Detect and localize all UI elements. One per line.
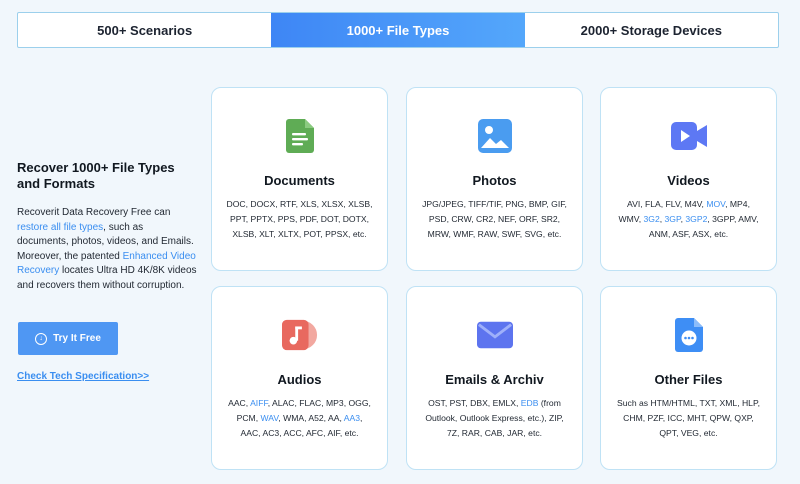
format-link-3gp[interactable]: 3GP [665,214,681,224]
try-it-free-label: Try It Free [53,333,101,344]
email-icon [476,317,513,353]
card-description: DOC, DOCX, RTF, XLS, XLSX, XLSB, PPT, PP… [224,197,375,242]
intro-section: Recover 1000+ File Types and Formats Rec… [17,160,197,294]
tab-storage-devices[interactable]: 2000+ Storage Devices [525,13,778,47]
format-link-3g2[interactable]: 3G2 [643,214,659,224]
card-title: Documents [264,173,335,188]
desc-line: 7Z, RAR, CAB, JAR, etc. [446,428,543,438]
file-type-tabs: 500+ Scenarios 1000+ File Types 2000+ St… [17,12,779,48]
format-list: WMV, [618,214,644,224]
audio-icon [281,317,318,353]
format-link-3gp2[interactable]: 3GP2 [685,214,707,224]
desc-line: Outlook, Outlook Express, etc.), ZIP, [425,413,564,423]
card-description: OST, PST, DBX, EMLX, EDB (from Outlook, … [419,396,570,441]
document-icon [282,118,318,154]
desc-line: AAC, AIFF, ALAC, FLAC, MP3, OGG, [224,396,375,411]
card-title: Audios [277,372,322,387]
format-link-mov[interactable]: MOV [706,199,725,209]
format-list: (from [538,398,561,408]
desc-line: CHM, PZF, ICC, MHT, QPW, QXP, [623,413,754,423]
desc-line: AVI, FLA, FLV, M4V, MOV, MP4, [613,197,764,212]
restore-file-types-link[interactable]: restore all file types [17,222,103,233]
card-videos[interactable]: Videos AVI, FLA, FLV, M4V, MOV, MP4, WMV… [600,87,777,271]
format-link-wav[interactable]: WAV [260,413,278,423]
tab-file-types[interactable]: 1000+ File Types [271,13,525,47]
desc-line: Such as HTM/HTML, TXT, XML, HLP, [617,398,760,408]
intro-text-part: Recoverit Data Recovery Free can [17,207,171,218]
card-title: Other Files [654,372,723,387]
desc-line: PSD, CRW, CR2, NEF, ORF, SR2, [428,214,561,224]
desc-line: JPG/JPEG, TIFF/TIF, PNG, BMP, GIF, [422,199,567,209]
format-list: OST, PST, DBX, EMLX, [428,398,521,408]
desc-line: MRW, WMF, RAW, SWF, SVG, etc. [427,229,562,239]
format-list: , 3GPP, AMV, [707,214,759,224]
format-list: AAC, [228,398,251,408]
intro-text: Recoverit Data Recovery Free can restore… [17,206,197,294]
format-list: , ALAC, FLAC, MP3, OGG, [267,398,371,408]
desc-line: QPT, VEG, etc. [659,428,718,438]
photo-icon [477,118,513,154]
format-list: , MP4, [725,199,750,209]
other-file-icon [671,317,707,353]
format-link-aa3[interactable]: AA3 [344,413,360,423]
desc-line: ANM, ASF, ASX, etc. [648,229,729,239]
card-description: JPG/JPEG, TIFF/TIF, PNG, BMP, GIF, PSD, … [419,197,570,242]
desc-line: DOC, DOCX, RTF, XLS, XLSX, XLSB, [226,199,373,209]
card-emails-archives[interactable]: Emails & Archiv OST, PST, DBX, EMLX, EDB… [406,286,583,470]
video-icon [670,118,707,154]
desc-line: XLSB, XLT, XLTX, POT, PPSX, etc. [232,229,367,239]
desc-line: PCM, WAV, WMA, A52, AA, AA3, [224,411,375,426]
card-description: AVI, FLA, FLV, M4V, MOV, MP4, WMV, 3G2, … [613,197,764,242]
desc-line: PPT, PPTX, PPS, PDF, DOT, DOTX, [230,214,369,224]
card-title: Emails & Archiv [445,372,544,387]
desc-line: AAC, AC3, ACC, AFC, AIF, etc. [240,428,359,438]
intro-title: Recover 1000+ File Types and Formats [17,160,175,191]
try-it-free-button[interactable]: ↓ Try It Free [18,322,118,355]
card-description: AAC, AIFF, ALAC, FLAC, MP3, OGG, PCM, WA… [224,396,375,441]
format-list: , [360,413,363,423]
tab-scenarios[interactable]: 500+ Scenarios [18,13,271,47]
format-link-aiff[interactable]: AIFF [250,398,268,408]
format-list: AVI, FLA, FLV, M4V, [627,199,707,209]
card-documents[interactable]: Documents DOC, DOCX, RTF, XLS, XLSX, XLS… [211,87,388,271]
tech-spec-link[interactable]: Check Tech Specification>> [17,371,149,382]
format-list: PCM, [236,413,261,423]
card-photos[interactable]: Photos JPG/JPEG, TIFF/TIF, PNG, BMP, GIF… [406,87,583,271]
card-audios[interactable]: Audios AAC, AIFF, ALAC, FLAC, MP3, OGG, … [211,286,388,470]
download-icon: ↓ [35,332,48,345]
card-description: Such as HTM/HTML, TXT, XML, HLP, CHM, PZ… [613,396,764,441]
desc-line: WMV, 3G2, 3GP, 3GP2, 3GPP, AMV, [613,212,764,227]
card-title: Photos [472,173,517,188]
format-list: , WMA, A52, AA, [278,413,344,423]
card-title: Videos [667,173,710,188]
desc-line: OST, PST, DBX, EMLX, EDB (from [419,396,570,411]
format-link-edb[interactable]: EDB [521,398,539,408]
card-other-files[interactable]: Other Files Such as HTM/HTML, TXT, XML, … [600,286,777,470]
